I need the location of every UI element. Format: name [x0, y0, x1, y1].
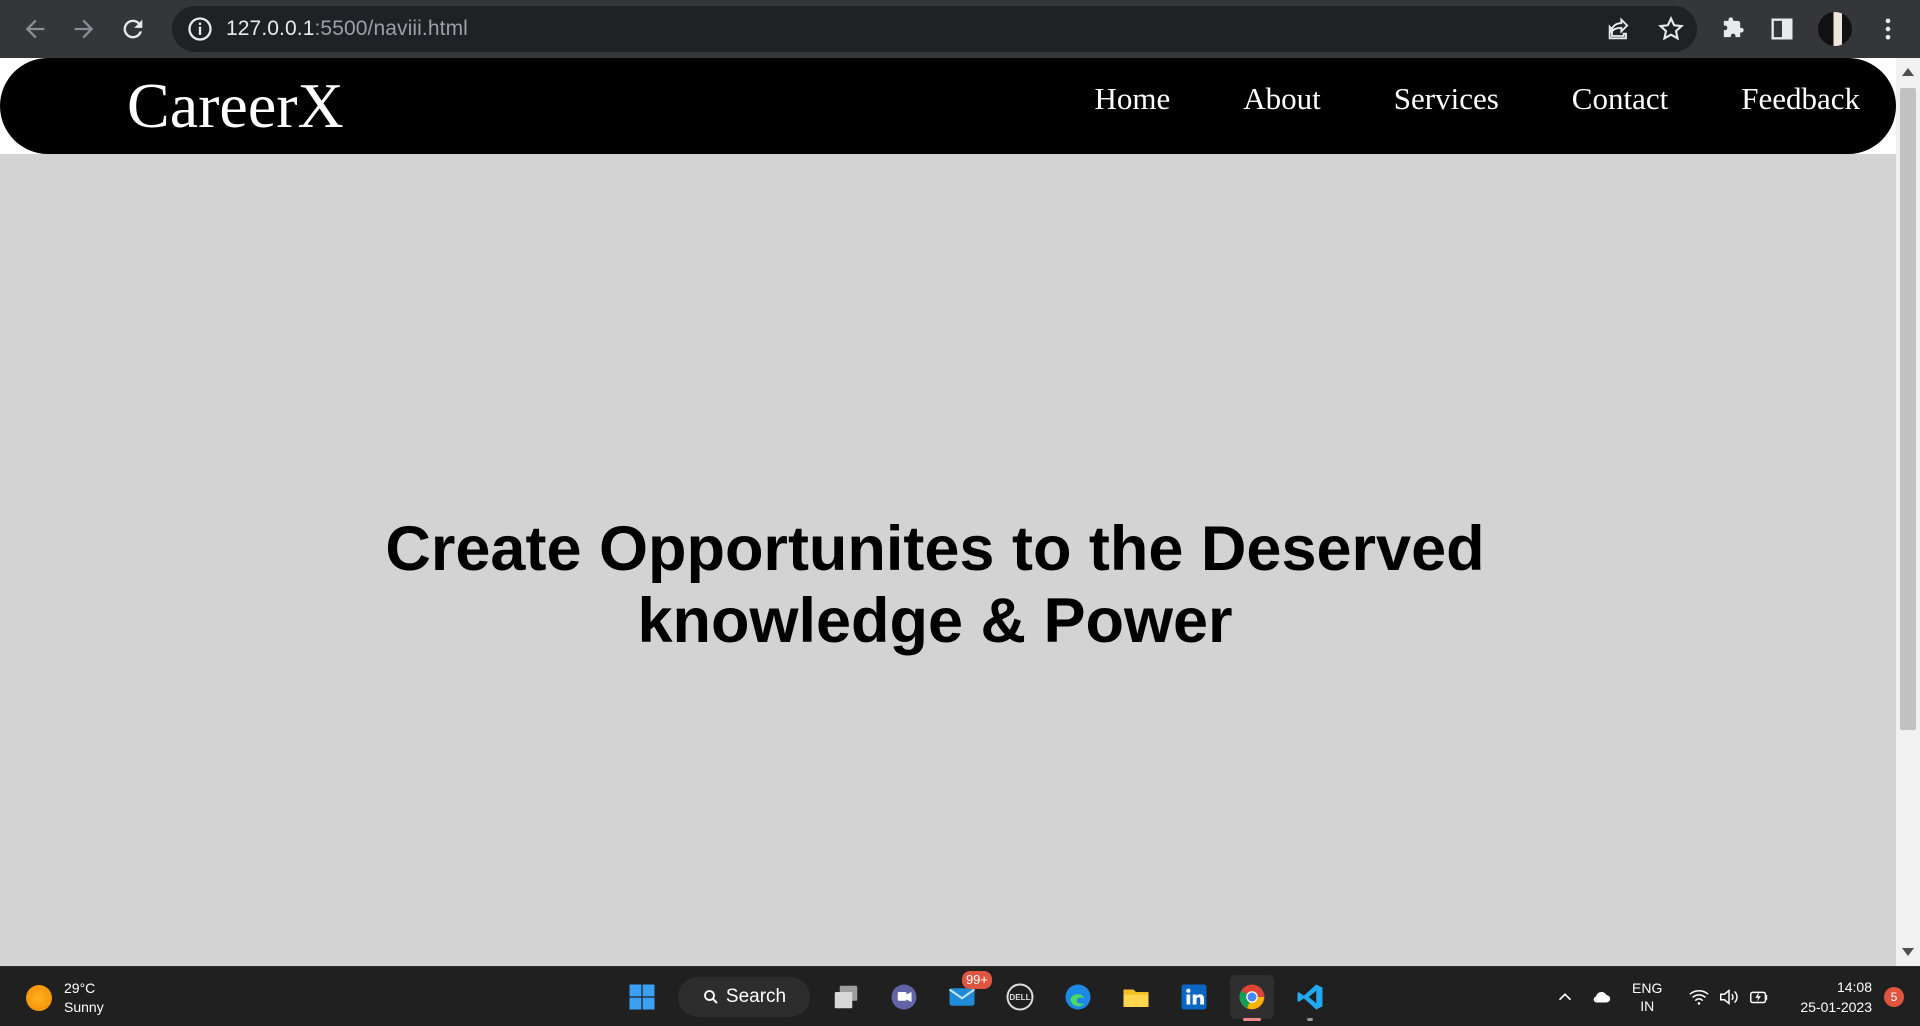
wifi-icon[interactable]	[1688, 986, 1710, 1008]
vscode-button[interactable]	[1288, 975, 1332, 1021]
share-icon[interactable]	[1605, 15, 1633, 43]
chrome-icon	[1239, 984, 1265, 1010]
side-panel-icon[interactable]	[1768, 15, 1796, 43]
nav-link-services[interactable]: Services	[1394, 81, 1499, 117]
weather-description: Sunny	[64, 999, 104, 1015]
linkedin-icon	[1181, 984, 1207, 1010]
hero-line-2: knowledge & Power	[637, 586, 1233, 656]
edge-button[interactable]	[1056, 975, 1100, 1019]
nav-link-feedback[interactable]: Feedback	[1741, 81, 1860, 117]
browser-toolbar: 127.0.0.1:5500/naviii.html	[0, 0, 1920, 58]
chrome-button[interactable]	[1230, 975, 1274, 1021]
taskbar-search[interactable]: Search	[678, 977, 810, 1017]
language-code: ENG	[1632, 980, 1663, 996]
scrollbar-thumb[interactable]	[1900, 88, 1916, 730]
windows-taskbar: 29°C Sunny Search 99+ DELL ENG IN 14:08 …	[0, 966, 1920, 1026]
nav-link-contact[interactable]: Contact	[1572, 81, 1668, 117]
onedrive-cloud-icon[interactable]	[1590, 986, 1612, 1008]
system-clock[interactable]: 14:08 25-01-2023	[1800, 977, 1872, 1017]
hero-heading: Create Opportunites to the Deserved know…	[0, 513, 1870, 657]
svg-text:DELL: DELL	[1009, 993, 1030, 1002]
page-viewport: CareerX Home About Services Contact Feed…	[0, 58, 1896, 966]
arrow-left-icon	[25, 19, 44, 39]
hero-line-1: Create Opportunites to the Deserved	[385, 514, 1485, 584]
nav-link-about[interactable]: About	[1243, 81, 1321, 117]
reload-icon	[123, 19, 142, 39]
arrow-right-icon	[74, 19, 93, 39]
dell-app-button[interactable]: DELL	[998, 975, 1042, 1019]
linkedin-button[interactable]	[1172, 975, 1216, 1019]
task-view-icon	[834, 985, 858, 1009]
site-logo[interactable]: CareerX	[127, 66, 344, 146]
forward-button[interactable]	[59, 5, 108, 54]
active-app-indicator	[1243, 1018, 1261, 1021]
extensions-puzzle-icon[interactable]	[1718, 15, 1746, 43]
back-button[interactable]	[10, 5, 59, 54]
mail-button[interactable]: 99+	[940, 971, 992, 1019]
more-vertical-icon[interactable]	[1874, 15, 1902, 43]
chat-icon	[891, 984, 917, 1010]
volume-icon[interactable]	[1718, 986, 1740, 1008]
windows-logo-icon	[629, 984, 655, 1010]
notification-count-badge[interactable]: 5	[1884, 987, 1904, 1007]
scroll-down-arrow-icon[interactable]	[1902, 948, 1914, 956]
url-host: 127.0.0.1	[226, 17, 315, 40]
mail-unread-badge: 99+	[961, 971, 992, 989]
sun-icon	[26, 985, 52, 1011]
nav-menu: Home About Services Contact Feedback	[1095, 58, 1861, 140]
chevron-up-icon[interactable]	[1554, 986, 1576, 1008]
info-icon[interactable]	[186, 15, 214, 43]
vscode-icon	[1297, 984, 1323, 1010]
clock-time: 14:08	[1836, 979, 1872, 995]
url-path: :5500/naviii.html	[314, 17, 468, 40]
nav-link-home[interactable]: Home	[1095, 81, 1171, 117]
page-scrollbar[interactable]	[1896, 58, 1920, 966]
weather-temperature: 29°C	[64, 980, 96, 996]
profile-avatar[interactable]	[1818, 12, 1852, 46]
language-indicator[interactable]: ENG IN	[1632, 979, 1662, 1015]
address-bar[interactable]: 127.0.0.1:5500/naviii.html	[172, 6, 1697, 52]
scroll-up-arrow-icon[interactable]	[1902, 68, 1914, 76]
dell-logo-icon: DELL	[1006, 983, 1034, 1011]
search-icon	[703, 990, 718, 1004]
battery-icon[interactable]	[1748, 986, 1770, 1008]
weather-widget[interactable]: 29°C Sunny	[26, 979, 104, 1017]
clock-date: 25-01-2023	[1800, 999, 1872, 1015]
search-label: Search	[725, 986, 787, 1007]
task-view-button[interactable]	[824, 975, 868, 1019]
folder-icon	[1123, 989, 1149, 1007]
teams-chat-button[interactable]	[882, 975, 926, 1019]
region-code: IN	[1640, 998, 1655, 1014]
bookmark-star-icon[interactable]	[1657, 15, 1685, 43]
site-navbar: CareerX Home About Services Contact Feed…	[0, 58, 1896, 154]
start-button[interactable]	[620, 975, 664, 1019]
reload-button[interactable]	[108, 5, 157, 54]
running-app-indicator	[1307, 1018, 1313, 1021]
file-explorer-button[interactable]	[1114, 975, 1158, 1019]
edge-browser-icon	[1065, 984, 1091, 1010]
url-text[interactable]: 127.0.0.1:5500/naviii.html	[226, 17, 468, 41]
